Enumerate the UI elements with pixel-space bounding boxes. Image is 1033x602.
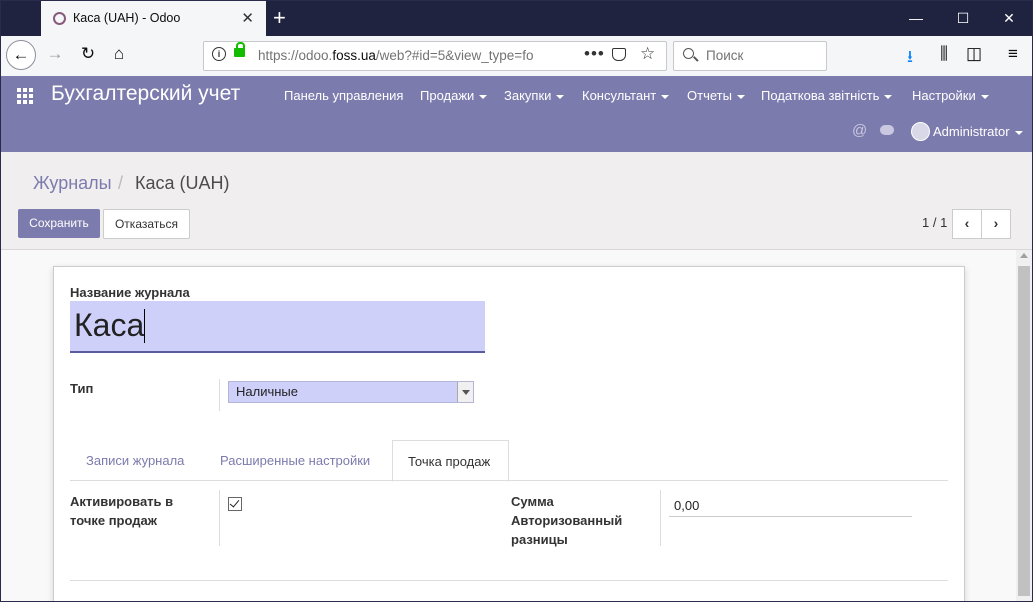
control-panel: Журналы / Каса (UAH) Сохранить Отказатьс…	[1, 152, 1032, 250]
type-label: Тип	[70, 381, 94, 396]
chevron-down-icon[interactable]	[457, 382, 473, 402]
caret-down-icon	[479, 94, 488, 99]
breadcrumb-separator: /	[118, 173, 124, 193]
pager-next-icon[interactable]: ›	[981, 209, 1011, 239]
pager-value[interactable]: 1 / 1	[922, 215, 947, 230]
menu-purchases[interactable]: Закупки	[504, 88, 565, 103]
scroll-up-icon[interactable]	[1020, 253, 1028, 258]
browser-tab[interactable]: Каса (UAH) - Odoo ✕	[41, 1, 266, 36]
breadcrumb-journals[interactable]: Журналы	[33, 173, 112, 194]
menu-sales[interactable]: Продажи	[420, 88, 488, 103]
caret-down-icon	[980, 94, 989, 99]
type-value: Наличные	[236, 384, 298, 399]
pocket-icon[interactable]	[612, 48, 626, 61]
field-divider	[219, 490, 220, 546]
info-icon[interactable]: i	[212, 47, 226, 61]
caret-down-icon	[556, 94, 565, 99]
journal-name-value: Каса	[74, 307, 145, 343]
pos-activate-label: Активировать в точке продаж	[70, 494, 174, 528]
odoo-main-menu: Бухгалтерский учет Панель управления Про…	[1, 76, 1032, 152]
vertical-scrollbar[interactable]	[1016, 250, 1032, 601]
amount-difference-label: Сумма Авторизованный разницы	[511, 494, 623, 547]
avatar[interactable]	[911, 122, 930, 141]
apps-grid-icon[interactable]	[17, 88, 33, 104]
odoo-favicon-icon	[53, 12, 66, 25]
minimize-icon[interactable]: —	[901, 7, 931, 29]
form-sheet: Название журнала Каса Тип Наличные Запис…	[53, 266, 965, 601]
reload-icon[interactable]: ↻	[77, 44, 99, 64]
page-actions-icon[interactable]: •••	[584, 44, 605, 64]
tab-journal-entries[interactable]: Записи журнала	[86, 453, 184, 468]
mentions-icon[interactable]: @	[852, 122, 867, 139]
form-view: Название журнала Каса Тип Наличные Запис…	[1, 250, 1016, 601]
text-cursor	[144, 309, 146, 343]
caret-down-icon	[661, 94, 670, 99]
input-underline	[669, 516, 912, 517]
tab-strip: Каса (UAH) - Odoo ✕ + — ☐ ✕	[1, 1, 1032, 36]
breadcrumb-current: Каса (UAH)	[135, 173, 230, 193]
amount-difference-input[interactable]: 0,00	[674, 498, 699, 513]
url-bar[interactable]: i https://odoo.foss.ua/web?#id=5&view_ty…	[203, 41, 667, 71]
search-icon	[683, 48, 694, 59]
back-button[interactable]: ←	[6, 40, 36, 70]
home-icon[interactable]: ⌂	[108, 44, 130, 64]
tab-advanced-settings[interactable]: Расширенные настройки	[220, 453, 370, 468]
pos-activate-checkbox[interactable]	[228, 497, 242, 511]
scroll-thumb[interactable]	[1018, 266, 1030, 596]
menu-reports[interactable]: Отчеты	[687, 88, 745, 103]
new-tab-icon[interactable]: +	[273, 5, 286, 31]
search-bar[interactable]: Поиск	[673, 41, 827, 71]
close-tab-icon[interactable]: ✕	[241, 9, 254, 27]
menu-icon[interactable]: ≡	[1002, 44, 1024, 64]
url-text[interactable]: https://odoo.foss.ua/web?#id=5&view_type…	[258, 48, 548, 63]
type-select[interactable]: Наличные	[228, 381, 474, 403]
journal-name-label: Название журнала	[70, 285, 190, 300]
journal-name-input[interactable]: Каса	[70, 301, 485, 353]
tab-title: Каса (UAH) - Odoo	[73, 11, 181, 25]
discard-button[interactable]: Отказаться	[103, 209, 190, 239]
caret-down-icon	[1014, 130, 1023, 135]
caret-down-icon	[884, 94, 893, 99]
menu-tax-reports[interactable]: Податкова звітність	[761, 88, 893, 103]
tabs-divider	[70, 480, 948, 481]
user-menu[interactable]: Administrator	[933, 124, 1023, 139]
app-brand[interactable]: Бухгалтерский учет	[51, 82, 240, 106]
save-button[interactable]: Сохранить	[18, 209, 100, 238]
lock-icon	[234, 42, 245, 57]
search-placeholder: Поиск	[706, 48, 744, 63]
caret-down-icon	[736, 94, 745, 99]
forward-icon[interactable]: →	[44, 44, 66, 64]
bookmark-star-icon[interactable]: ☆	[640, 44, 655, 64]
close-window-icon[interactable]: ✕	[994, 7, 1024, 29]
field-divider	[660, 490, 661, 546]
menu-settings[interactable]: Настройки	[912, 88, 989, 103]
field-divider	[219, 379, 220, 411]
browser-window: Каса (UAH) - Odoo ✕ + — ☐ ✕ ← → ↻ ⌂ i ht…	[0, 0, 1033, 602]
menu-adviser[interactable]: Консультант	[582, 88, 670, 103]
tab-point-of-sale[interactable]: Точка продаж	[392, 440, 509, 482]
tab-point-of-sale-label: Точка продаж	[408, 454, 491, 469]
library-icon[interactable]: ⫼	[933, 44, 955, 64]
sidebar-icon[interactable]: ◫	[963, 44, 985, 64]
pager-previous-icon[interactable]: ‹	[952, 209, 982, 239]
download-icon[interactable]: ⭳	[899, 44, 921, 73]
menu-dashboard[interactable]: Панель управления	[284, 88, 403, 103]
maximize-icon[interactable]: ☐	[948, 7, 978, 29]
navigation-toolbar: ← → ↻ ⌂ i https://odoo.foss.ua/web?#id=5…	[1, 36, 1032, 77]
section-divider	[70, 580, 948, 581]
chat-icon[interactable]	[880, 125, 894, 135]
